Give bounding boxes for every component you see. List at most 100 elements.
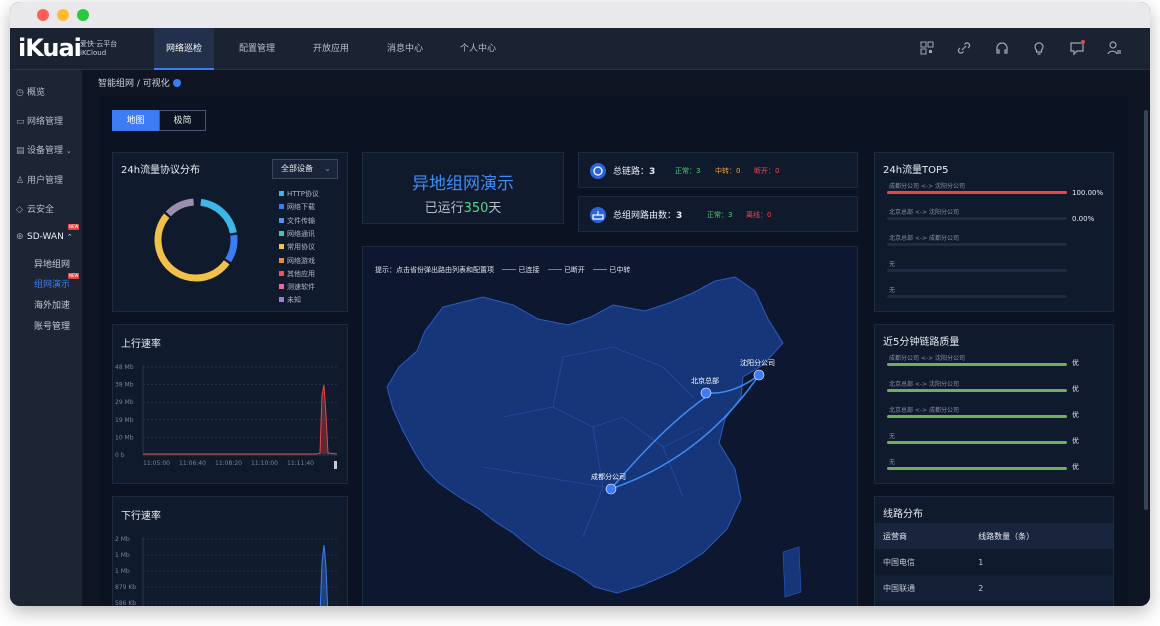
sidebar-item-overview[interactable]: ◷ 概览	[16, 85, 45, 98]
nav-profile[interactable]: 个人中心	[460, 28, 496, 70]
legend-swatch	[279, 257, 284, 263]
upload-rate-chart: 48 Mb 38 Mb 29 Mb 19 Mb 10 Mb 0 b 11:05:00 11:0…	[115, 364, 338, 469]
tab-minimal[interactable]: 极简	[159, 110, 206, 131]
minimize-window-button[interactable]	[57, 9, 69, 21]
column-header: 运营商	[883, 531, 907, 541]
download-rate-chart: 2 Mb1 Mb1 Mb879 Kb586 Kb293 Kb	[115, 536, 337, 606]
nav-config[interactable]: 配置管理	[239, 28, 275, 70]
sidebar-subitem-overseas-accel[interactable]: 海外加速	[34, 298, 70, 311]
monitor-icon: ▭	[16, 117, 25, 127]
main-content: 智能组网 / 可视化 地图 极简 24h流量协议分布 全部设备 ⌄ HTTP协议网…	[82, 70, 1150, 606]
user-settings-icon[interactable]	[1106, 40, 1122, 56]
donut-segment	[165, 198, 195, 217]
sidebar-item-users[interactable]: ♙ 用户管理	[16, 173, 63, 186]
quality-bar	[887, 415, 1067, 418]
table-cell: 2	[978, 583, 984, 593]
traffic-bar	[887, 243, 1067, 246]
sidebar-item-network[interactable]: ▭ 网络管理	[16, 114, 63, 127]
close-window-button[interactable]	[37, 9, 49, 21]
nav-open-apps[interactable]: 开放应用	[313, 28, 349, 70]
ikuai-logo: iKuai	[18, 34, 82, 62]
y-tick-label: 38 Mb	[115, 382, 134, 389]
traffic-bar	[887, 191, 1067, 194]
y-tick-label: 10 Mb	[115, 434, 134, 441]
route-label: 无	[889, 459, 896, 466]
legend-swatch	[279, 204, 284, 210]
panel-title: 线路分布	[883, 509, 923, 520]
brand-subtitle: 爱快·云平台 iKCloud	[80, 40, 118, 57]
link-icon[interactable]	[956, 40, 972, 56]
sidebar-subitem-remote-network[interactable]: 异地组网	[34, 257, 70, 270]
sidebar-item-sdwan[interactable]: ⊕ SD-WAN ⌃	[16, 232, 73, 242]
table-cell: 1	[978, 557, 984, 567]
globe-icon: ⊕	[16, 232, 24, 242]
legend-item: 网络游戏	[279, 256, 315, 266]
bulb-icon[interactable]	[1031, 40, 1047, 56]
headset-icon[interactable]	[994, 40, 1010, 56]
help-icon[interactable]	[172, 79, 181, 87]
download-rate-panel: 下行速率 2 Mb1 Mb1 Mb879 Kb586 Kb293 Kb	[112, 496, 348, 606]
download-rate-line	[319, 544, 329, 606]
legend-swatch	[279, 244, 284, 250]
carrier-distribution-panel: 线路分布 运营商 线路数量（条） 中国电信 1 中国联通 2	[874, 496, 1114, 606]
clock-icon: ◷	[16, 88, 24, 98]
x-tick-label: 11:06:40	[179, 460, 206, 467]
router-icon	[590, 207, 606, 223]
maximize-window-button[interactable]	[77, 9, 89, 21]
legend-swatch	[279, 284, 284, 290]
node-chengdu[interactable]	[605, 483, 617, 495]
legend-item: 文件传输	[279, 216, 315, 226]
quality-bar-fill	[887, 363, 1067, 366]
sidebar-item-cloud-security[interactable]: ◇ 云安全	[16, 202, 54, 215]
user-icon: ♙	[16, 176, 25, 186]
sidebar-subitem-account[interactable]: 账号管理	[34, 319, 70, 332]
qrcode-icon[interactable]	[919, 40, 935, 56]
y-tick-label: 1 Mb	[115, 568, 130, 575]
dashboard-canvas: 地图 极简 24h流量协议分布 全部设备 ⌄ HTTP协议 网络下载 文件传输 网络通讯…	[100, 96, 1128, 606]
chevron-down-icon: ⌄	[324, 164, 331, 173]
page-scrollbar[interactable]	[1144, 110, 1148, 510]
y-tick-label: 879 Kb	[115, 584, 136, 591]
traffic-bar	[887, 269, 1067, 272]
y-tick-label: 2 Mb	[115, 536, 130, 543]
node-shenyang[interactable]	[753, 369, 765, 381]
nav-messages[interactable]: 消息中心	[387, 28, 423, 70]
legend-item: 网络下载	[279, 202, 315, 212]
message-icon[interactable]	[1069, 40, 1085, 56]
total-routers: 总组网路由数：3	[613, 211, 683, 221]
chart-scroll-handle[interactable]	[334, 461, 337, 469]
node-beijing[interactable]	[700, 387, 712, 399]
links-transit: 中转：0	[715, 167, 741, 175]
protocol-distribution-panel: 24h流量协议分布 全部设备 ⌄ HTTP协议 网络下载 文件传输 网络通讯 常用协议 网络…	[112, 152, 348, 312]
top-navigation: iKuai 爱快·云平台 iKCloud 网络巡检 配置管理 开放应用 消息中心 …	[10, 28, 1150, 70]
x-tick-label: 11:08:20	[215, 460, 242, 467]
sidebar-item-devices[interactable]: ▤ 设备管理 ⌄	[16, 143, 72, 156]
total-links: 总链路：3	[613, 167, 656, 177]
quality-bar	[887, 363, 1067, 366]
breadcrumb: 智能组网 / 可视化	[98, 76, 181, 89]
protocol-donut-chart	[154, 198, 238, 282]
quality-grade: 优	[1072, 385, 1079, 393]
table-row: 中国联通 2	[875, 575, 1113, 601]
route-label: 无	[889, 287, 896, 294]
traffic-bar	[887, 295, 1067, 298]
demo-info-panel: 异地组网演示 已运行350天	[362, 152, 564, 224]
route-label: 无	[889, 261, 896, 268]
sidebar-subitem-network-demo[interactable]: 组网演示	[34, 277, 70, 290]
node-label-shenyang: 沈阳分公司	[740, 358, 775, 367]
table-row: 中国电信 1	[875, 549, 1113, 575]
route-label: 成都分公司 <-> 沈阳分公司	[889, 355, 966, 362]
new-badge: NEW	[68, 224, 80, 230]
routers-normal: 正常：3	[707, 211, 733, 219]
upload-rate-panel: 上行速率 48 Mb 38 Mb 29 Mb 19 Mb 10 Mb 0 b 11:05:0…	[112, 324, 348, 484]
quality-grade: 优	[1072, 359, 1079, 367]
quality-bar	[887, 467, 1067, 470]
nav-network-inspection[interactable]: 网络巡检	[154, 28, 214, 70]
legend-swatch	[279, 297, 284, 303]
china-map[interactable]: 北京总部 沈阳分公司 成都分公司	[363, 247, 857, 606]
device-select[interactable]: 全部设备 ⌄	[272, 159, 338, 179]
traffic-top5-panel: 24h流量TOP5 成都分公司 <-> 沈阳分公司 100.00% 北京总部 <->…	[874, 152, 1114, 312]
x-tick-label: 11:11:40	[287, 460, 314, 467]
tab-map[interactable]: 地图	[112, 110, 159, 131]
donut-segment	[154, 213, 230, 282]
